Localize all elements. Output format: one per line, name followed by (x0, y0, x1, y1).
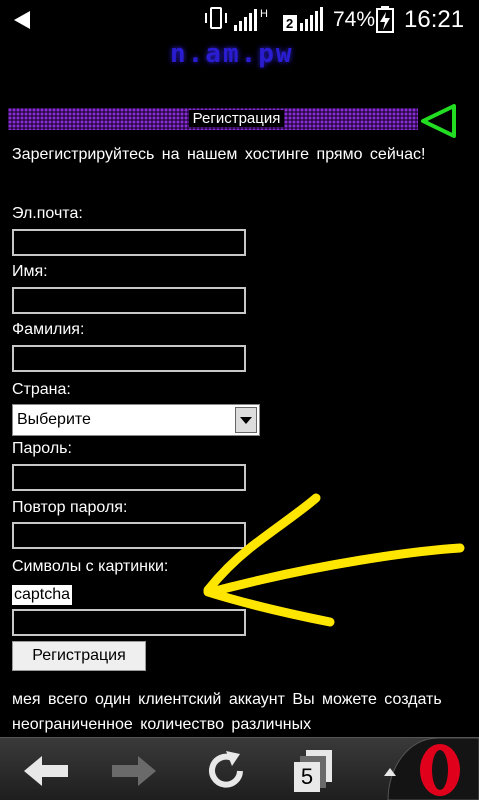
status-bar: H 2 74% 16:21 (0, 0, 479, 38)
page-title: Регистрация (0, 108, 479, 130)
first-name-field[interactable] (12, 287, 246, 314)
country-label: Страна: (12, 381, 71, 398)
clock: 16:21 (404, 6, 465, 33)
battery-percent: 74% (333, 8, 376, 31)
register-button[interactable]: Регистрация (12, 641, 146, 671)
intro-text: Зарегистрируйтесь на нашем хостинге прям… (12, 146, 426, 163)
signal-icon: H (232, 5, 278, 33)
email-label: Эл.почта: (12, 205, 83, 222)
chevron-up-icon[interactable] (380, 764, 400, 780)
site-logo[interactable]: n.am.pw (150, 38, 330, 70)
tabs-count: 5 (300, 764, 314, 789)
chevron-down-icon[interactable] (235, 407, 257, 433)
bottom-info-text: мея всего один клиентский аккаунт Вы мож… (12, 691, 442, 733)
forward-arrow-nav-icon[interactable] (110, 754, 158, 788)
browser-toolbar: 5 (0, 737, 479, 800)
email-field[interactable] (12, 229, 246, 256)
country-select-value: Выберите (17, 411, 91, 428)
reload-icon[interactable] (202, 750, 250, 792)
sim-label: 2 (286, 16, 293, 31)
page-title-text: Регистрация (188, 110, 285, 127)
back-arrow-nav-icon[interactable] (22, 754, 70, 788)
password-label: Пароль: (12, 440, 72, 457)
last-name-field[interactable] (12, 345, 246, 372)
phone-vibrate-icon (205, 7, 227, 29)
annotation-arrow-icon (203, 493, 465, 627)
password-field[interactable] (12, 464, 246, 491)
signal-sim2-icon: 2 (282, 5, 328, 33)
back-arrow-icon[interactable] (418, 102, 460, 140)
last-name-label: Фамилия: (12, 321, 85, 338)
network-type-label: H (260, 8, 268, 20)
logo-text: n.am.pw (170, 39, 294, 69)
opera-menu-button[interactable] (368, 738, 479, 800)
country-select[interactable]: Выберите (12, 404, 260, 436)
battery-charging-icon (376, 6, 394, 33)
opera-logo-icon (418, 744, 462, 796)
first-name-label: Имя: (12, 263, 48, 280)
tabs-button[interactable]: 5 (292, 748, 336, 794)
back-triangle-icon[interactable] (10, 8, 34, 32)
